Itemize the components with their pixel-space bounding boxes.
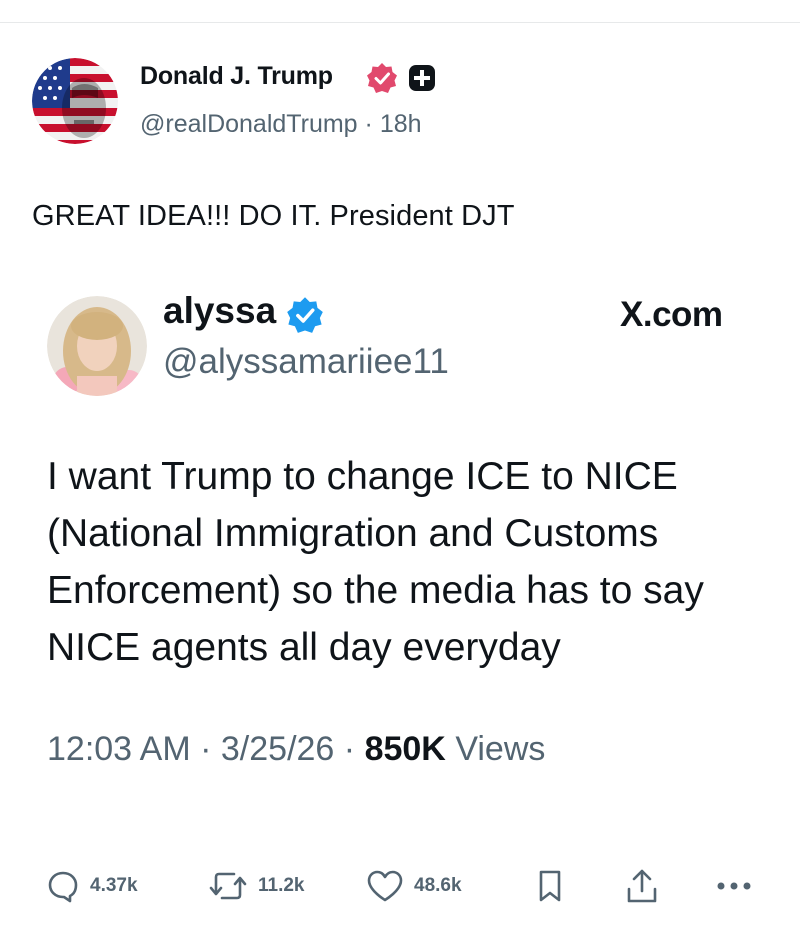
embedded-text-line: I want Trump to change ICE to NICE — [47, 455, 678, 498]
embedded-meta: 12:03 AM · 3/25/26 · 850K Views — [47, 730, 545, 769]
more-options-button[interactable] — [716, 866, 752, 906]
more-icon — [717, 882, 751, 890]
post-time[interactable]: 18h — [380, 110, 422, 138]
author-handle-line: @realDonaldTrump · 18h — [140, 110, 422, 139]
embedded-text-line: Enforcement) so the media has to say — [47, 569, 704, 612]
heart-icon — [367, 870, 403, 902]
meta-separator: · — [200, 730, 212, 768]
verified-badge-icon — [366, 62, 398, 94]
embedded-date: 3/25/26 — [220, 730, 335, 768]
embedded-post-text: I want Trump to change ICE to NICE (Nati… — [47, 448, 787, 676]
repost-count: 11.2k — [258, 875, 305, 896]
embedded-time: 12:03 AM — [47, 730, 191, 768]
embedded-text-line: NICE agents all day everyday — [47, 626, 561, 669]
repost-icon — [209, 872, 247, 900]
meta-separator: · — [343, 730, 356, 768]
repost-button[interactable]: 11.2k — [208, 866, 305, 906]
bookmark-icon — [539, 870, 561, 902]
top-divider — [0, 22, 800, 23]
affiliate-plus-icon — [408, 64, 436, 92]
source-label: X.com — [620, 295, 723, 334]
handle-separator: · — [364, 110, 373, 138]
share-button[interactable] — [624, 866, 660, 906]
reply-button[interactable]: 4.37k — [46, 866, 138, 906]
reply-count: 4.37k — [90, 875, 138, 896]
author-handle[interactable]: @realDonaldTrump — [140, 110, 358, 138]
embedded-author-handle: @alyssamariiee11 — [163, 342, 449, 381]
author-avatar[interactable] — [32, 58, 118, 144]
embedded-author-name: alyssa — [163, 290, 277, 331]
post-text: GREAT IDEA!!! DO IT. President DJT — [32, 200, 515, 232]
blue-verified-icon — [286, 296, 324, 334]
embedded-text-line: (National Immigration and Customs — [47, 512, 659, 555]
bookmark-button[interactable] — [536, 866, 564, 906]
views-label: Views — [455, 730, 546, 768]
like-button[interactable]: 48.6k — [366, 866, 462, 906]
embedded-author-avatar — [47, 296, 147, 396]
views-count: 850K — [364, 730, 446, 768]
share-icon — [627, 869, 657, 903]
like-count: 48.6k — [414, 875, 462, 896]
reply-icon — [48, 871, 78, 903]
author-name[interactable]: Donald J. Trump — [140, 62, 333, 91]
